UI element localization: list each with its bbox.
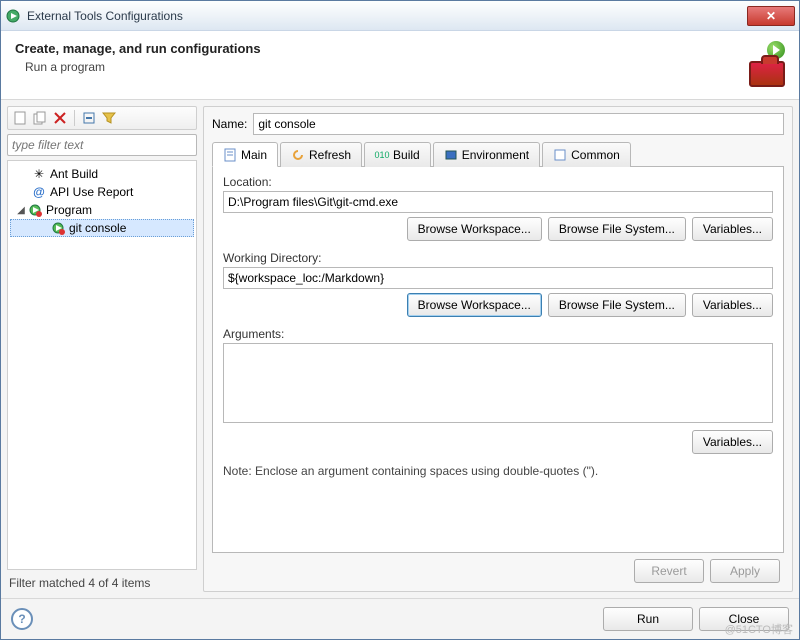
workdir-browse-workspace-button[interactable]: Browse Workspace... — [407, 293, 542, 317]
tab-environment[interactable]: Environment — [433, 142, 540, 167]
footer: ? Run Close — [1, 598, 799, 639]
help-icon[interactable]: ? — [11, 608, 33, 630]
arguments-variables-button[interactable]: Variables... — [692, 430, 773, 454]
header-title: Create, manage, and run configurations — [15, 41, 749, 56]
tab-bar: Main Refresh 010 Build Environment Commo… — [212, 141, 784, 167]
build-icon: 010 — [375, 148, 389, 162]
tab-main-body: Location: Browse Workspace... Browse Fil… — [212, 167, 784, 553]
location-browse-workspace-button[interactable]: Browse Workspace... — [407, 217, 542, 241]
filter-input[interactable] — [7, 134, 197, 156]
tab-common[interactable]: Common — [542, 142, 631, 167]
revert-button[interactable]: Revert — [634, 559, 704, 583]
window-title: External Tools Configurations — [27, 9, 747, 23]
name-input[interactable] — [253, 113, 784, 135]
arguments-input[interactable] — [223, 343, 773, 423]
workdir-label: Working Directory: — [223, 251, 773, 265]
window: External Tools Configurations ✕ Create, … — [0, 0, 800, 640]
location-variables-button[interactable]: Variables... — [692, 217, 773, 241]
new-config-icon[interactable] — [12, 110, 28, 126]
titlebar: External Tools Configurations ✕ — [1, 1, 799, 31]
workdir-variables-button[interactable]: Variables... — [692, 293, 773, 317]
environment-icon — [444, 148, 458, 162]
twisty-icon[interactable]: ◢ — [16, 205, 26, 216]
arguments-note: Note: Enclose an argument containing spa… — [223, 464, 773, 478]
window-close-button[interactable]: ✕ — [747, 6, 795, 26]
duplicate-config-icon[interactable] — [32, 110, 48, 126]
run-button[interactable]: Run — [603, 607, 693, 631]
tree-item-program[interactable]: ◢ Program — [10, 201, 194, 219]
workdir-input[interactable] — [223, 267, 773, 289]
location-input[interactable] — [223, 191, 773, 213]
tree-item-ant-build[interactable]: ✳ Ant Build — [10, 165, 194, 183]
tab-build[interactable]: 010 Build — [364, 142, 431, 167]
arguments-label: Arguments: — [223, 327, 773, 341]
name-label: Name: — [212, 117, 247, 131]
filter-menu-icon[interactable] — [101, 110, 117, 126]
common-icon — [553, 148, 567, 162]
main-tab-icon — [223, 148, 237, 162]
delete-config-icon[interactable] — [52, 110, 68, 126]
left-toolbar — [7, 106, 197, 130]
left-panel: ✳ Ant Build @ API Use Report ◢ Program g… — [7, 106, 197, 592]
workdir-browse-filesystem-button[interactable]: Browse File System... — [548, 293, 686, 317]
at-icon: @ — [32, 185, 46, 199]
toolbox-icon — [749, 61, 785, 87]
program-icon — [51, 221, 65, 235]
tree-item-api-use-report[interactable]: @ API Use Report — [10, 183, 194, 201]
config-tree: ✳ Ant Build @ API Use Report ◢ Program g… — [7, 160, 197, 570]
header-subtitle: Run a program — [25, 60, 749, 74]
ant-icon: ✳ — [32, 167, 46, 181]
filter-status: Filter matched 4 of 4 items — [7, 570, 197, 592]
tree-item-git-console[interactable]: git console — [10, 219, 194, 237]
watermark: @51CTO博客 — [725, 621, 793, 637]
tab-main[interactable]: Main — [212, 142, 278, 167]
apply-button[interactable]: Apply — [710, 559, 780, 583]
location-label: Location: — [223, 175, 773, 189]
program-icon — [28, 203, 42, 217]
app-icon — [5, 8, 21, 24]
collapse-all-icon[interactable] — [81, 110, 97, 126]
location-browse-filesystem-button[interactable]: Browse File System... — [548, 217, 686, 241]
tab-refresh[interactable]: Refresh — [280, 142, 362, 167]
main-area: ✳ Ant Build @ API Use Report ◢ Program g… — [1, 100, 799, 598]
right-panel: Name: Main Refresh 010 Build E — [203, 106, 793, 592]
header: Create, manage, and run configurations R… — [1, 31, 799, 100]
refresh-icon — [291, 148, 305, 162]
